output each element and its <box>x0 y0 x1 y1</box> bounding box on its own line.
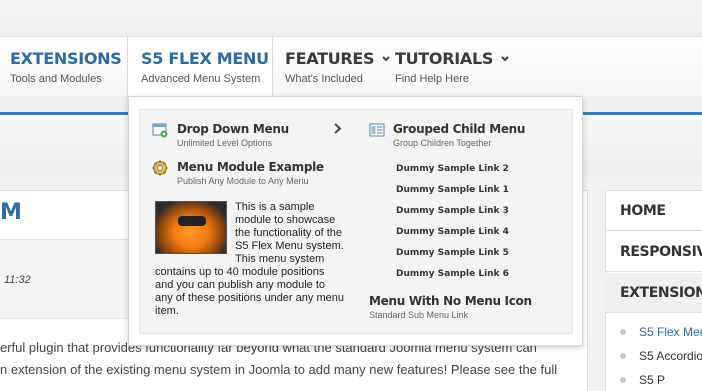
chevron-down-icon <box>501 55 509 61</box>
menu-title-label: S5 FLEX MENU <box>141 49 269 68</box>
dropdown-item-subtitle: Unlimited Level Options <box>177 138 273 148</box>
sidebar-item-responsive[interactable]: RESPONSIVE <box>605 232 702 272</box>
dropdown-menu-icon <box>152 123 168 138</box>
dropdown-item-menu-module-example[interactable]: Menu Module Example Publish Any Module t… <box>177 160 324 186</box>
menu-title-label: TUTORIALS <box>395 49 494 68</box>
dropdown-item-subtitle: Standard Sub Menu Link <box>369 310 469 320</box>
dropdown-item-title: Menu Module Example <box>177 160 324 174</box>
sidebar-sublist: S5 Flex Menu S5 Accordion S5 P <box>620 320 702 391</box>
sidebar-subitem-label: S5 Accordion <box>639 349 702 363</box>
chevron-down-icon <box>382 55 390 61</box>
grouped-menu-icon <box>369 123 385 137</box>
sidebar-subitem-label: S5 Flex Menu <box>639 325 702 339</box>
menu-title-label: EXTENSIONS <box>10 49 122 68</box>
menu-item-features[interactable]: FEATURES What's Included <box>285 37 390 97</box>
dropdown-item-no-icon[interactable]: Menu With No Menu Icon Standard Sub Menu… <box>369 294 532 320</box>
bullet-icon <box>620 353 626 359</box>
chevron-right-icon <box>334 123 342 134</box>
dropdown-item-subtitle: Publish Any Module to Any Menu <box>177 176 309 186</box>
menu-subtitle: Find Help Here <box>395 73 469 85</box>
menu-subtitle: Advanced Menu System <box>141 73 261 85</box>
dropdown-item-grouped-child-menu[interactable]: Grouped Child Menu Group Children Togeth… <box>393 122 525 148</box>
sidebar-subitem-s5-flex-menu[interactable]: S5 Flex Menu <box>620 320 702 344</box>
menu-title-features: FEATURES <box>285 49 390 68</box>
dropdown-item-subtitle: Group Children Together <box>393 138 492 148</box>
dummy-link-list: Dummy Sample Link 2 Dummy Sample Link 1 … <box>396 162 509 288</box>
menu-subtitle: What's Included <box>285 73 363 85</box>
dropdown-item-drop-down-menu[interactable]: Drop Down Menu Unlimited Level Options <box>177 122 289 148</box>
module-description: This is a sample module to showcase the … <box>155 201 345 318</box>
dummy-link[interactable]: Dummy Sample Link 1 <box>396 183 509 204</box>
menu-title-tutorials: TUTORIALS <box>395 49 509 68</box>
article-title[interactable]: M <box>0 200 22 225</box>
menu-subtitle: Tools and Modules <box>10 73 102 85</box>
article-time: 11:32 <box>4 274 31 286</box>
dummy-link[interactable]: Dummy Sample Link 2 <box>396 162 509 183</box>
menu-item-tutorials[interactable]: TUTORIALS Find Help Here <box>395 37 509 97</box>
dummy-link[interactable]: Dummy Sample Link 4 <box>396 225 509 246</box>
gear-icon <box>152 160 168 176</box>
sidebar-subitem-s5-accordion[interactable]: S5 Accordion <box>620 344 702 368</box>
dropdown-item-title: Grouped Child Menu <box>393 122 526 136</box>
sidebar-subitem-label: S5 P <box>639 373 666 387</box>
menu-title-extensions: EXTENSIONS <box>10 49 138 68</box>
sidebar-item-extensions[interactable]: EXTENSIONS <box>605 273 702 313</box>
menu-item-extensions[interactable]: EXTENSIONS Tools and Modules <box>10 37 138 97</box>
menu-item-s5-flex-menu[interactable]: S5 FLEX MENU Advanced Menu System <box>127 37 273 99</box>
sidebar-subitem-s5-p[interactable]: S5 P <box>620 368 702 391</box>
article-text-line: n extension of the existing menu system … <box>0 362 558 377</box>
menu-title-s5-flex-menu: S5 FLEX MENU <box>141 49 272 68</box>
module-image-car <box>155 201 227 254</box>
sidebar-item-home[interactable]: HOME <box>605 191 702 231</box>
dummy-link[interactable]: Dummy Sample Link 3 <box>396 204 509 225</box>
dropdown-item-title: Menu With No Menu Icon <box>369 294 532 308</box>
dummy-link[interactable]: Dummy Sample Link 5 <box>396 246 509 267</box>
main-menu-bar: EXTENSIONS Tools and Modules S5 FLEX MEN… <box>0 36 702 99</box>
dropdown-item-title: Drop Down Menu <box>177 122 289 136</box>
menu-title-label: FEATURES <box>285 49 375 68</box>
bullet-icon <box>620 377 626 383</box>
dummy-link[interactable]: Dummy Sample Link 6 <box>396 267 509 288</box>
top-strip <box>0 0 702 36</box>
bullet-icon <box>620 329 626 335</box>
